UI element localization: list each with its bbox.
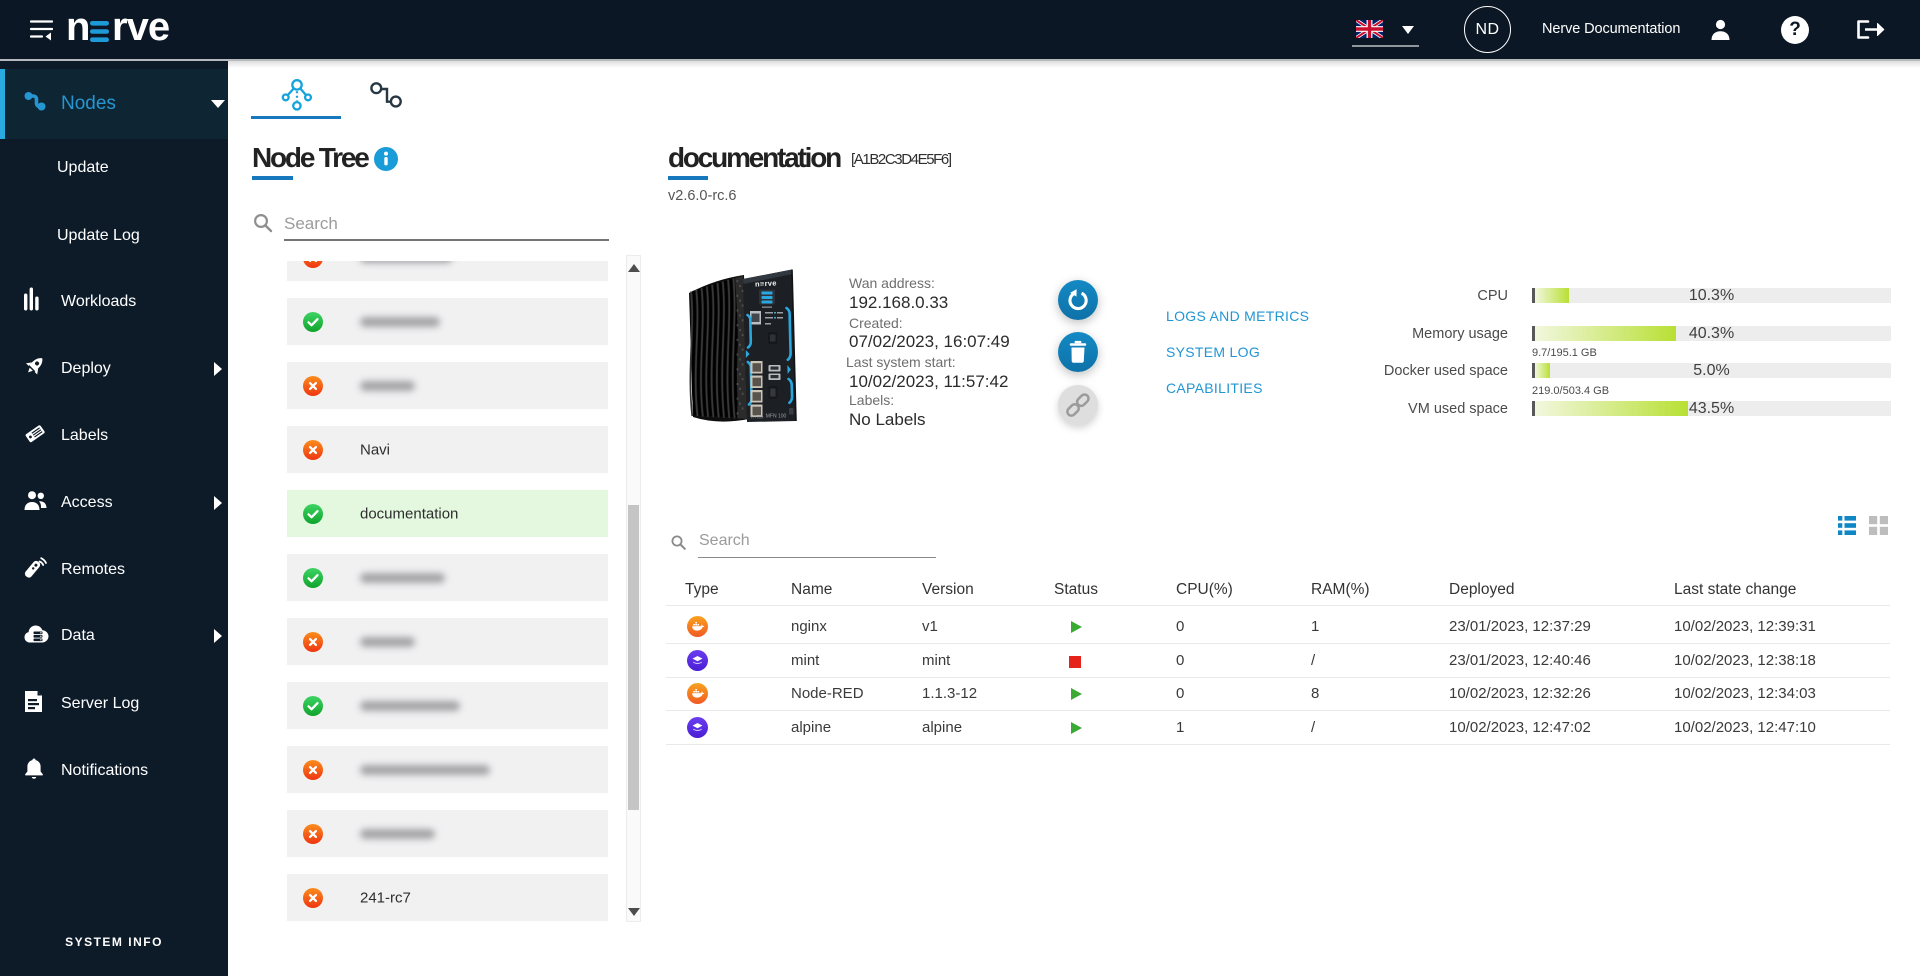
svg-text:n≡rve: n≡rve bbox=[755, 278, 777, 288]
svg-text:MFN 100: MFN 100 bbox=[766, 414, 787, 420]
svg-text:KTxxx: KTxxx bbox=[751, 415, 764, 420]
